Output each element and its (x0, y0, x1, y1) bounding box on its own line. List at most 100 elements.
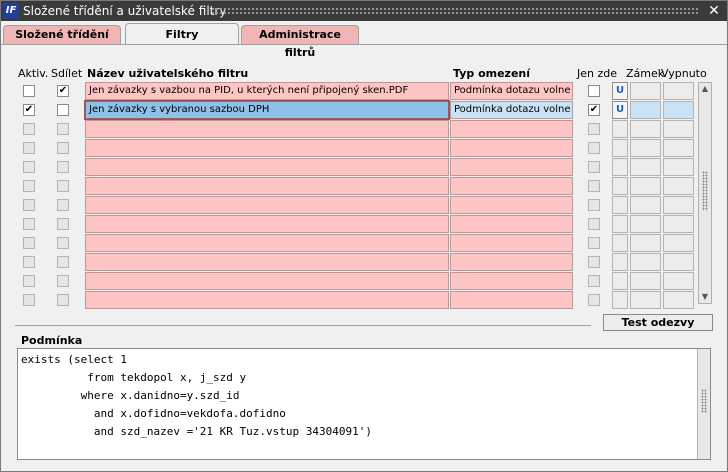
lock-cell[interactable] (612, 253, 628, 271)
aktiv-checkbox[interactable] (23, 142, 35, 154)
scrollbar-grip[interactable] (702, 171, 708, 211)
zamek-cell[interactable] (630, 120, 661, 138)
zamek-cell[interactable] (630, 139, 661, 157)
lock-cell[interactable] (612, 139, 628, 157)
filter-name-cell[interactable] (85, 291, 449, 309)
vypnuto-cell[interactable] (663, 120, 694, 138)
sdilet-checkbox[interactable] (57, 237, 69, 249)
filter-name-cell[interactable] (85, 158, 449, 176)
restriction-type-cell[interactable] (450, 215, 573, 233)
zamek-cell[interactable] (630, 253, 661, 271)
vypnuto-cell[interactable] (663, 234, 694, 252)
vypnuto-cell[interactable] (663, 253, 694, 271)
sdilet-checkbox[interactable] (57, 142, 69, 154)
table-row[interactable] (1, 196, 727, 215)
table-row[interactable] (1, 234, 727, 253)
vypnuto-cell[interactable] (663, 139, 694, 157)
lock-cell[interactable] (612, 215, 628, 233)
aktiv-checkbox[interactable] (23, 104, 35, 116)
zamek-cell[interactable] (630, 177, 661, 195)
zamek-cell[interactable] (630, 215, 661, 233)
aktiv-checkbox[interactable] (23, 237, 35, 249)
zamek-cell[interactable] (630, 291, 661, 309)
restriction-type-cell[interactable] (450, 234, 573, 252)
table-row[interactable] (1, 177, 727, 196)
restriction-type-cell[interactable] (450, 272, 573, 290)
table-row[interactable] (1, 253, 727, 272)
zamek-cell[interactable] (630, 82, 661, 100)
aktiv-checkbox[interactable] (23, 294, 35, 306)
filter-name-cell[interactable]: Jen závazky s vybranou sazbou DPH (84, 100, 450, 120)
restriction-type-cell[interactable] (450, 291, 573, 309)
filter-name-cell[interactable] (85, 234, 449, 252)
sdilet-checkbox[interactable] (57, 199, 69, 211)
filter-name-cell[interactable] (85, 215, 449, 233)
jen-zde-checkbox[interactable] (588, 123, 600, 135)
sdilet-checkbox[interactable] (57, 104, 69, 116)
table-row[interactable] (1, 272, 727, 291)
sdilet-checkbox[interactable] (57, 218, 69, 230)
aktiv-checkbox[interactable] (23, 256, 35, 268)
vypnuto-cell[interactable] (663, 177, 694, 195)
vypnuto-cell[interactable] (663, 101, 694, 119)
jen-zde-checkbox[interactable] (588, 161, 600, 173)
aktiv-checkbox[interactable] (23, 85, 35, 97)
vypnuto-cell[interactable] (663, 215, 694, 233)
lock-cell[interactable] (612, 272, 628, 290)
condition-scrollbar[interactable] (697, 349, 710, 459)
jen-zde-checkbox[interactable] (588, 218, 600, 230)
jen-zde-checkbox[interactable] (588, 237, 600, 249)
aktiv-checkbox[interactable] (23, 275, 35, 287)
restriction-type-cell[interactable] (450, 158, 573, 176)
sdilet-checkbox[interactable] (57, 123, 69, 135)
table-row[interactable]: Jen závazky s vybranou sazbou DPHPodmínk… (1, 100, 727, 120)
aktiv-checkbox[interactable] (23, 218, 35, 230)
arrow-up-icon[interactable]: ▲ (699, 83, 711, 95)
arrow-down-icon[interactable]: ▼ (699, 291, 711, 303)
zamek-cell[interactable] (630, 101, 661, 119)
table-row[interactable] (1, 120, 727, 139)
table-row[interactable] (1, 291, 727, 310)
tab-filtry[interactable]: Filtry (125, 23, 239, 45)
filter-name-cell[interactable] (85, 272, 449, 290)
aktiv-checkbox[interactable] (23, 199, 35, 211)
vypnuto-cell[interactable] (663, 196, 694, 214)
restriction-type-cell[interactable] (450, 196, 573, 214)
jen-zde-checkbox[interactable] (588, 256, 600, 268)
table-row[interactable]: Jen závazky s vazbou na PID, u kterých n… (1, 82, 727, 101)
restriction-type-cell[interactable]: Podmínka dotazu volne (450, 82, 573, 100)
filter-name-cell[interactable] (85, 253, 449, 271)
sdilet-checkbox[interactable] (57, 180, 69, 192)
aktiv-checkbox[interactable] (23, 180, 35, 192)
zamek-cell[interactable] (630, 158, 661, 176)
vypnuto-cell[interactable] (663, 291, 694, 309)
tab-administrace-filtru[interactable]: Administrace filtrů (241, 25, 359, 59)
restriction-type-cell[interactable] (450, 253, 573, 271)
restriction-type-cell[interactable] (450, 120, 573, 138)
filter-name-cell[interactable] (85, 196, 449, 214)
lock-cell[interactable] (612, 158, 628, 176)
jen-zde-checkbox[interactable] (588, 85, 600, 97)
zamek-cell[interactable] (630, 272, 661, 290)
restriction-type-cell[interactable] (450, 139, 573, 157)
table-row[interactable] (1, 139, 727, 158)
jen-zde-checkbox[interactable] (588, 294, 600, 306)
filter-name-cell[interactable] (85, 120, 449, 138)
lock-cell[interactable]: U (612, 82, 628, 100)
jen-zde-checkbox[interactable] (588, 104, 600, 116)
lock-cell[interactable] (612, 120, 628, 138)
lock-cell[interactable] (612, 177, 628, 195)
table-row[interactable] (1, 158, 727, 177)
close-icon[interactable]: ✕ (705, 2, 723, 20)
jen-zde-checkbox[interactable] (588, 275, 600, 287)
aktiv-checkbox[interactable] (23, 123, 35, 135)
jen-zde-checkbox[interactable] (588, 142, 600, 154)
jen-zde-checkbox[interactable] (588, 199, 600, 211)
filter-name-cell[interactable] (85, 139, 449, 157)
sdilet-checkbox[interactable] (57, 161, 69, 173)
sdilet-checkbox[interactable] (57, 275, 69, 287)
lock-cell[interactable] (612, 291, 628, 309)
sdilet-checkbox[interactable] (57, 85, 69, 97)
vypnuto-cell[interactable] (663, 82, 694, 100)
restriction-type-cell[interactable]: Podmínka dotazu volne (450, 101, 573, 119)
